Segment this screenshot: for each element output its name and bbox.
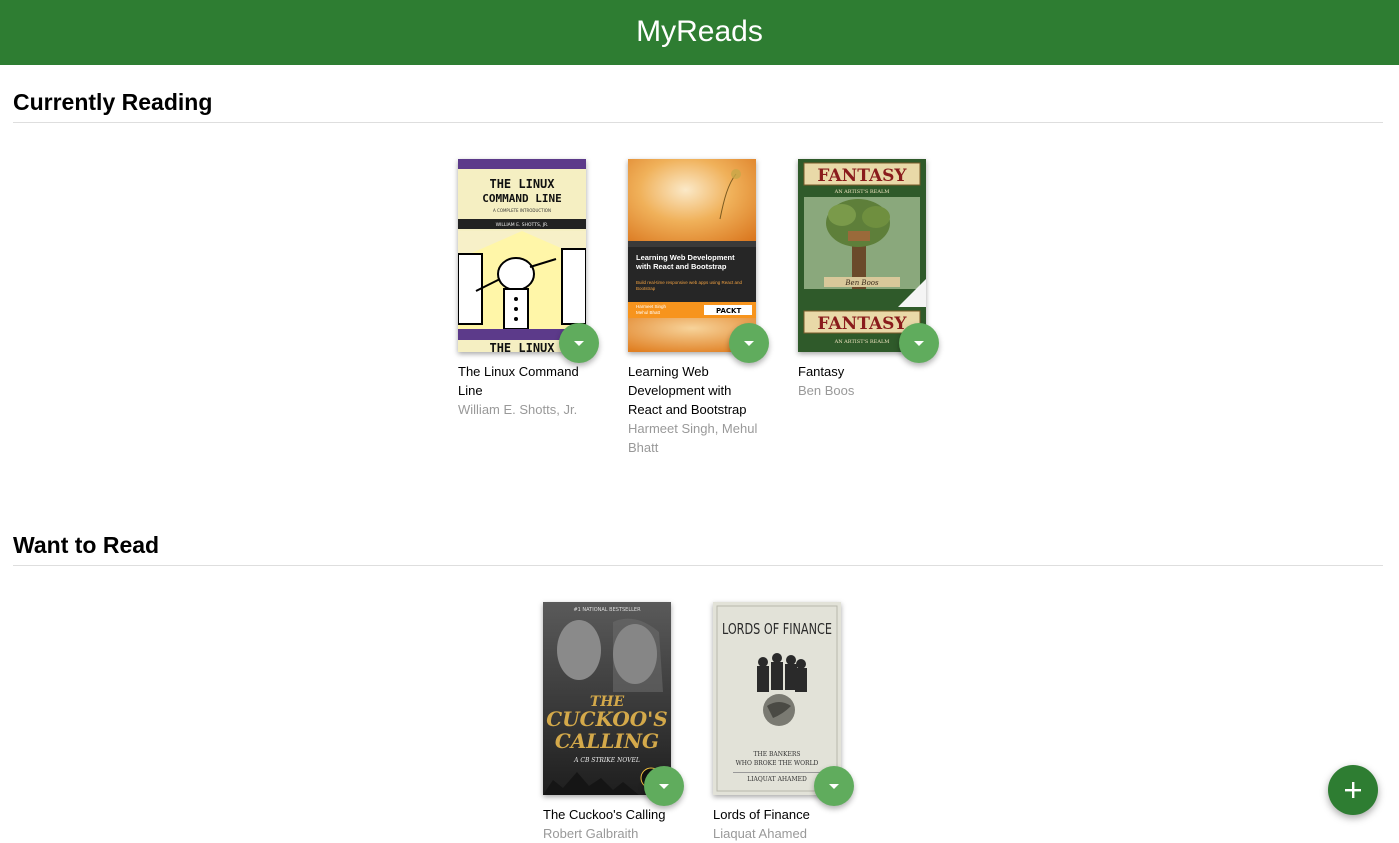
- fantasy-cover-art: FANTASY AN ARTIST'S REALM Ben Boos FANTA…: [798, 159, 926, 352]
- cover-title-2: CUCKOO'S: [546, 707, 668, 731]
- shelf-changer-button[interactable]: [559, 323, 599, 363]
- cuckoo-cover-art: #1 NATIONAL BESTSELLER THE CUCKOO'S CALL…: [543, 602, 671, 795]
- cover-publisher: PACKT: [716, 307, 741, 315]
- shelf-title: Want to Read: [13, 531, 1383, 566]
- caret-down-icon: [744, 340, 754, 346]
- caret-down-icon: [829, 783, 839, 789]
- cover-text-line2: COMMAND LINE: [482, 192, 561, 205]
- shelf-currently-reading: Currently Reading: [13, 88, 1383, 123]
- book-authors: Harmeet Singh, Mehul Bhatt: [628, 421, 758, 455]
- shelf-changer-button[interactable]: [899, 323, 939, 363]
- shelf-title: Currently Reading: [13, 88, 1383, 123]
- cover-sub: AN ARTIST'S REALM: [834, 189, 890, 195]
- book-title: Learning Web Development with React and …: [628, 362, 758, 457]
- cover-author: Ben Boos: [844, 279, 879, 287]
- cover-heading: FANTASY: [817, 166, 907, 186]
- shelf-changer-button[interactable]: [814, 766, 854, 806]
- book-authors: Robert Galbraith: [543, 826, 639, 841]
- plus-icon: [1345, 782, 1361, 798]
- book-title: The Cuckoo's Calling Robert Galbraith: [543, 805, 673, 843]
- shelf-changer-button[interactable]: [729, 323, 769, 363]
- book-authors: Liaquat Ahamed: [713, 826, 807, 841]
- book-cover[interactable]: FANTASY AN ARTIST'S REALM Ben Boos FANTA…: [798, 159, 926, 352]
- book-cover[interactable]: THE LINUX COMMAND LINE A COMPLETE INTROD…: [458, 159, 586, 352]
- shelf-changer-button[interactable]: [644, 766, 684, 806]
- add-book-button[interactable]: [1328, 765, 1378, 815]
- app-title: MyReads: [636, 15, 763, 48]
- cover-sub-2: AN ARTIST'S REALM: [834, 339, 890, 345]
- cover-heading: Learning Web Development with React and …: [636, 253, 735, 271]
- cover-top: #1 NATIONAL BESTSELLER: [573, 607, 641, 613]
- cover-sub1: THE BANKERS: [753, 751, 800, 758]
- caret-down-icon: [574, 340, 584, 346]
- book-title: The Linux Command Line William E. Shotts…: [458, 362, 588, 419]
- cover-tagline: Build real-time responsive web apps usin…: [636, 280, 743, 291]
- cover-heading-2: FANTASY: [817, 314, 907, 334]
- caret-down-icon: [659, 783, 669, 789]
- book-title-text: Lords of Finance: [713, 807, 810, 822]
- finance-cover-art: LORDS OF FINANCE THE BANKERS WHO BROKE T…: [713, 602, 841, 795]
- app-header: MyReads: [0, 0, 1399, 65]
- book-title: Fantasy Ben Boos: [798, 362, 928, 400]
- linux-cover-art: THE LINUX COMMAND LINE A COMPLETE INTROD…: [458, 159, 586, 352]
- book-authors: Ben Boos: [798, 383, 855, 398]
- cover-bottom-text: THE LINUX: [489, 341, 555, 352]
- cover-author: LIAQUAT AHAMED: [747, 776, 807, 783]
- caret-down-icon: [914, 340, 924, 346]
- cover-subtitle: A COMPLETE INTRODUCTION: [493, 208, 551, 213]
- cover-sub2: WHO BROKE THE WORLD: [736, 760, 819, 767]
- cover-series: A CB STRIKE NOVEL: [573, 757, 640, 764]
- cover-text-line1: THE LINUX: [489, 177, 555, 191]
- book-title-text: The Linux Command Line: [458, 364, 579, 398]
- book-cover[interactable]: LORDS OF FINANCE THE BANKERS WHO BROKE T…: [713, 602, 841, 795]
- book-authors: William E. Shotts, Jr.: [458, 402, 578, 417]
- book-title: Lords of Finance Liaquat Ahamed: [713, 805, 843, 843]
- cover-author-names: Harmeet Singh Mehul Bhatt: [636, 304, 667, 315]
- book-title-text: Fantasy: [798, 364, 845, 379]
- book-title-text: Learning Web Development with React and …: [628, 364, 747, 417]
- shelf-want-to-read: Want to Read: [13, 531, 1383, 566]
- cover-heading: LORDS OF FINANCE: [722, 620, 832, 638]
- book-title-text: The Cuckoo's Calling: [543, 807, 666, 822]
- cover-byline: WILLIAM E. SHOTTS, JR.: [496, 222, 549, 228]
- cover-title-3: CALLING: [555, 729, 659, 753]
- book-cover[interactable]: #1 NATIONAL BESTSELLER THE CUCKOO'S CALL…: [543, 602, 671, 795]
- book-cover[interactable]: Learning Web Development with React and …: [628, 159, 756, 352]
- react-cover-art: Learning Web Development with React and …: [628, 159, 756, 352]
